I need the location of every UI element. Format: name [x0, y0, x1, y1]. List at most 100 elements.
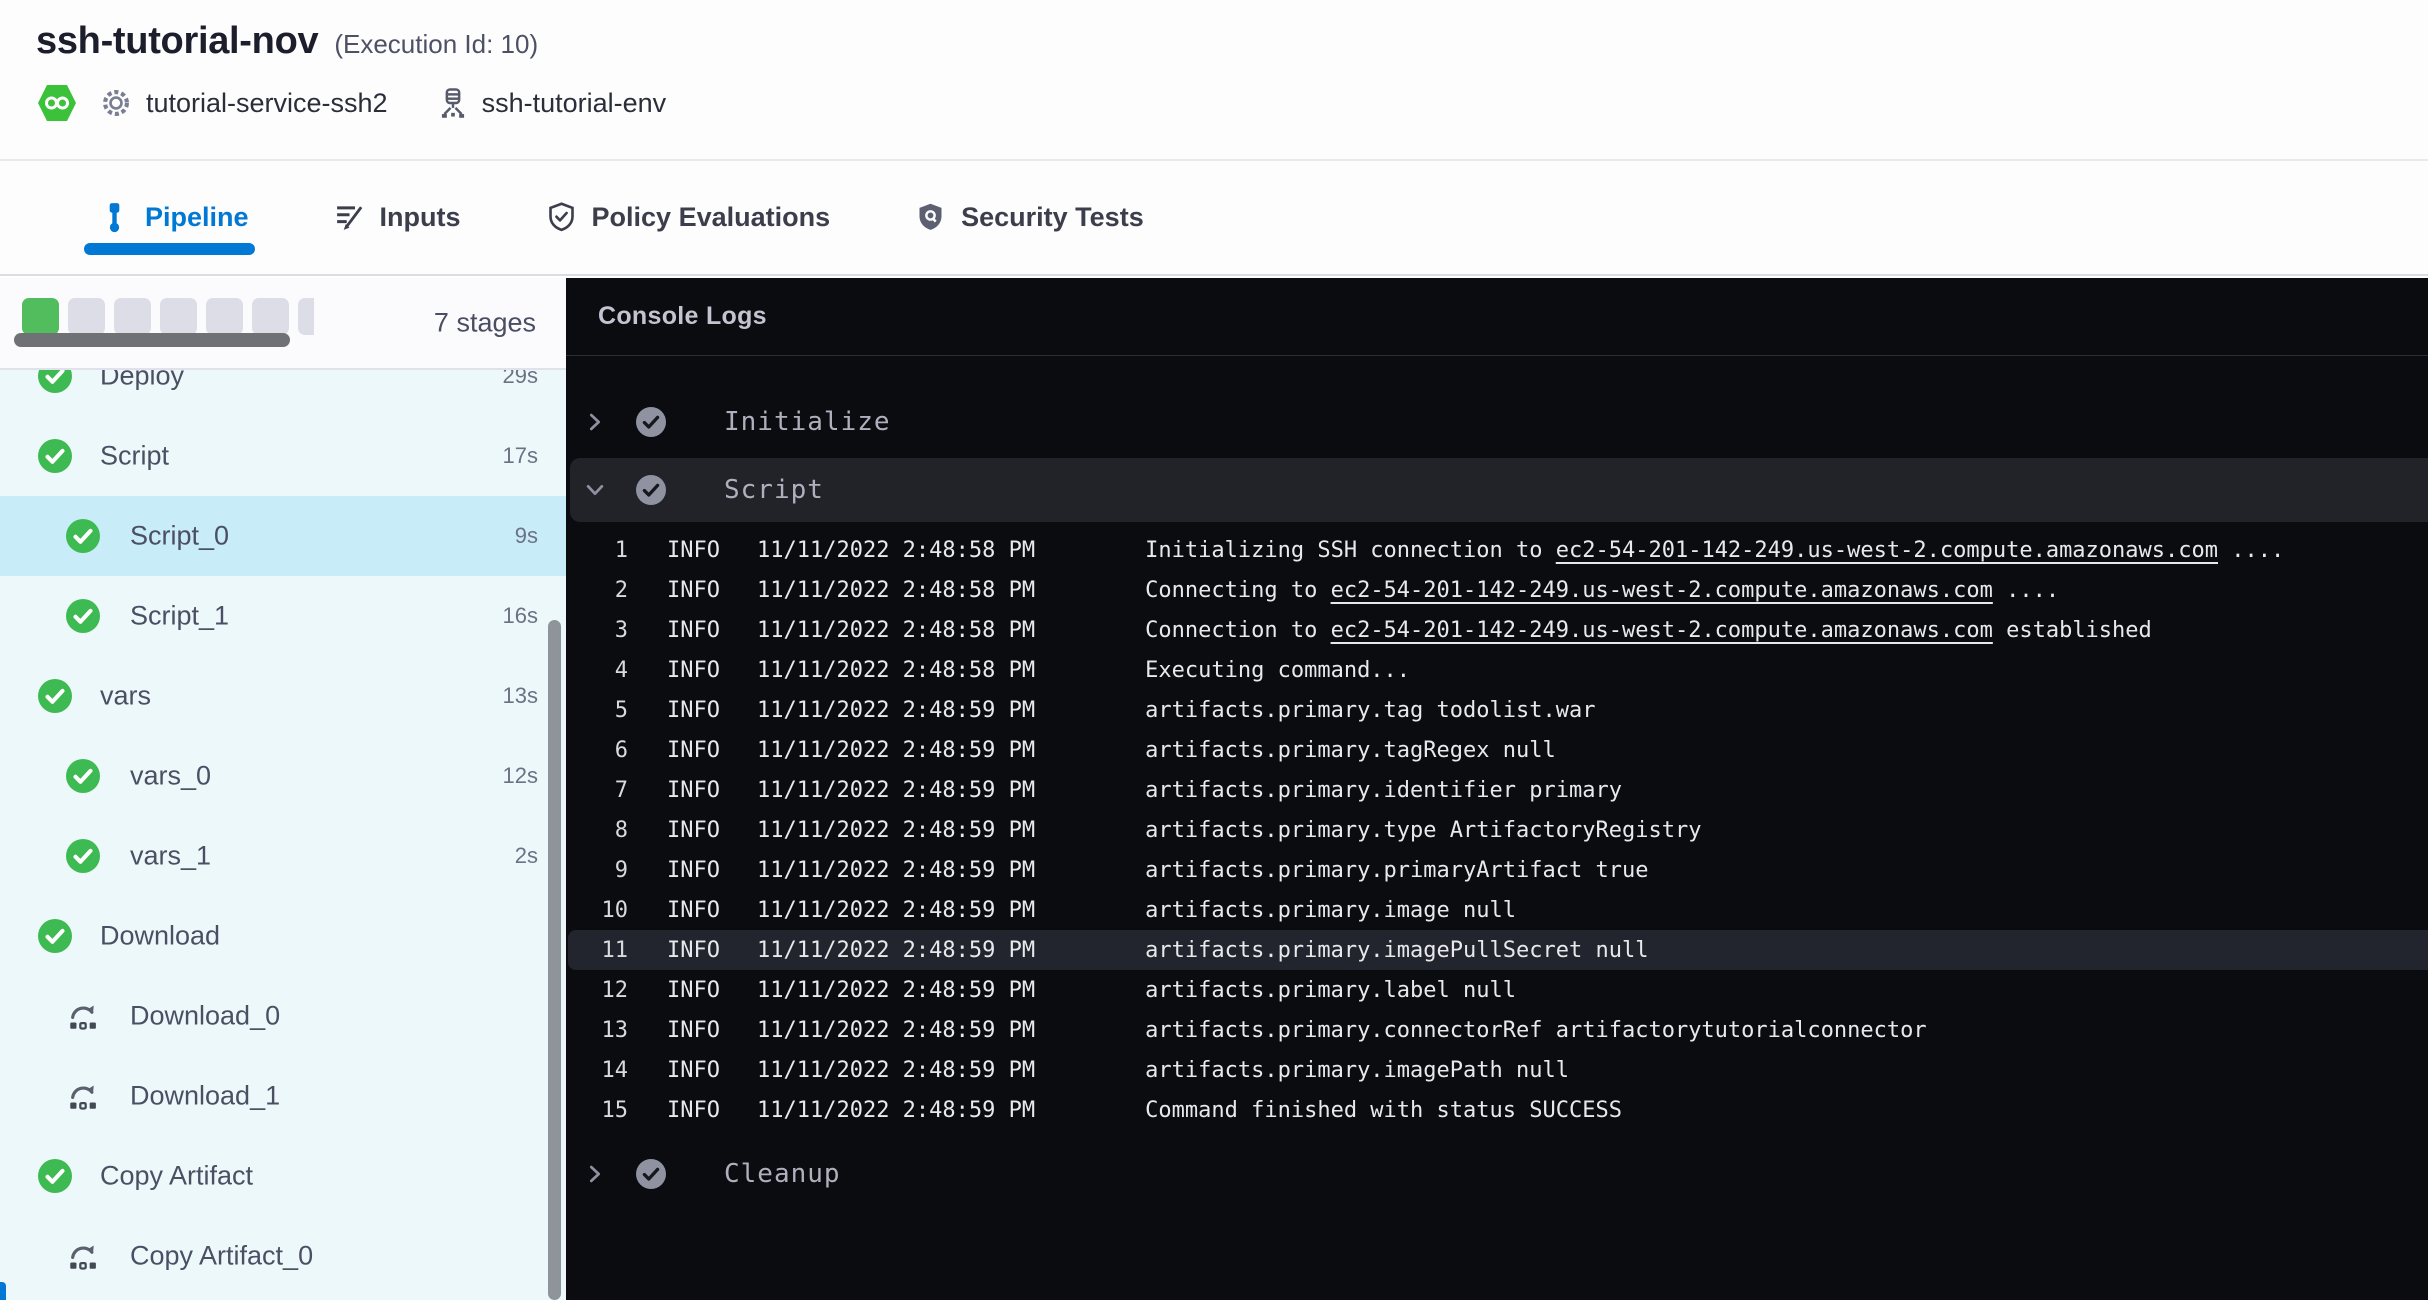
log-line-8[interactable]: 8INFO11/11/2022 2:48:59 PMartifacts.prim…: [566, 810, 2428, 850]
log-host-link[interactable]: ec2-54-201-142-249.us-west-2.compute.ama…: [1331, 578, 1993, 603]
sidebar-vertical-scrollbar[interactable]: [548, 620, 561, 1300]
stage-name: Download_0: [130, 1001, 280, 1032]
log-line-6[interactable]: 6INFO11/11/2022 2:48:59 PMartifacts.prim…: [566, 730, 2428, 770]
chevron-down-icon[interactable]: [584, 479, 606, 501]
cd-module-icon: [36, 83, 78, 123]
log-timestamp: 11/11/2022 2:48:59 PM: [757, 1018, 1035, 1043]
log-line-9[interactable]: 9INFO11/11/2022 2:48:59 PMartifacts.prim…: [566, 850, 2428, 890]
log-level: INFO: [667, 778, 720, 803]
log-lines: 1 INFO 11/11/2022 2:48:58 PM Initializing S…: [566, 530, 2428, 1130]
stage-name: Copy Artifact_0: [130, 1241, 313, 1272]
stage-row-download-0[interactable]: Download_0: [0, 976, 566, 1056]
log-message: artifacts.primary.tag todolist.war: [1145, 698, 1595, 723]
stage-duration: 12s: [503, 763, 538, 789]
log-timestamp: 11/11/2022 2:48:58 PM: [757, 578, 1035, 603]
stage-name: Download_1: [130, 1081, 280, 1112]
log-line-1[interactable]: 1INFO11/11/2022 2:48:58 PMInitializing S…: [566, 530, 2428, 570]
stage-duration: 17s: [503, 443, 538, 469]
tab-security-tests[interactable]: Security Tests: [914, 161, 1144, 274]
tab-inputs[interactable]: Inputs: [333, 161, 461, 274]
page-title: ssh-tutorial-nov: [36, 20, 318, 63]
gear-icon: [100, 87, 132, 119]
log-line-number: 1: [580, 538, 628, 563]
success-check-icon: [66, 599, 100, 633]
stage-row-script[interactable]: Script17s: [0, 416, 566, 496]
stage-row-copy-artifact[interactable]: Copy Artifact: [0, 1136, 566, 1216]
chevron-right-icon[interactable]: [584, 1163, 606, 1185]
log-section-script[interactable]: Script: [570, 458, 2428, 522]
log-timestamp: 11/11/2022 2:48:59 PM: [757, 858, 1035, 883]
stage-row-vars[interactable]: vars13s: [0, 656, 566, 736]
environment-name: ssh-tutorial-env: [482, 88, 667, 119]
environment-meta[interactable]: ssh-tutorial-env: [438, 87, 667, 119]
log-line-number: 9: [580, 858, 628, 883]
stage-row-vars-0[interactable]: vars_0 12s: [0, 736, 566, 816]
execution-id: (Execution Id: 10): [334, 29, 538, 60]
section-name: Initialize: [724, 407, 891, 437]
tab-label: Policy Evaluations: [592, 202, 831, 233]
section-name: Script: [724, 475, 824, 505]
log-level: INFO: [667, 538, 720, 563]
log-message: Command finished with status SUCCESS: [1145, 1098, 1622, 1123]
stage-row-vars-1[interactable]: vars_12s: [0, 816, 566, 896]
environment-icon: [438, 87, 468, 119]
log-timestamp: 11/11/2022 2:48:59 PM: [757, 818, 1035, 843]
stage-row-script-1[interactable]: Script_116s: [0, 576, 566, 656]
log-line-number: 14: [580, 1058, 628, 1083]
log-line-2[interactable]: 2INFO11/11/2022 2:48:58 PMConnecting to …: [566, 570, 2428, 610]
log-line-number: 4: [580, 658, 628, 683]
log-line-3[interactable]: 3INFO11/11/2022 2:48:58 PMConnection to …: [566, 610, 2428, 650]
stage-row-download[interactable]: Download: [0, 896, 566, 976]
log-line-5[interactable]: 5INFO11/11/2022 2:48:59 PMartifacts.prim…: [566, 690, 2428, 730]
chevron-right-icon[interactable]: [584, 411, 606, 433]
log-level: INFO: [667, 898, 720, 923]
log-message: artifacts.primary.label null: [1145, 978, 1516, 1003]
log-level: INFO: [667, 1098, 720, 1123]
stage-row-copy-artifact-0[interactable]: Copy Artifact_0: [0, 1216, 566, 1296]
log-message: artifacts.primary.image null: [1145, 898, 1516, 923]
log-message: artifacts.primary.type ArtifactoryRegist…: [1145, 818, 1701, 843]
horizontal-scrollbar[interactable]: [14, 333, 290, 347]
log-line-7[interactable]: 7INFO11/11/2022 2:48:59 PMartifacts.prim…: [566, 770, 2428, 810]
log-line-11[interactable]: 11INFO11/11/2022 2:48:59 PMartifacts.pri…: [568, 930, 2428, 970]
success-check-icon: [38, 439, 72, 473]
tab-policy-evaluations[interactable]: Policy Evaluations: [545, 161, 831, 274]
stage-row-script-0[interactable]: Script_09s: [0, 496, 566, 576]
stage-name: vars_0: [130, 761, 211, 792]
pipeline-icon: [98, 201, 131, 234]
success-check-icon: [66, 519, 100, 553]
log-line-10[interactable]: 10INFO11/11/2022 2:48:59 PMartifacts.pri…: [566, 890, 2428, 930]
log-line-number: 10: [580, 898, 628, 923]
rollback-icon: [66, 1239, 100, 1273]
log-level: INFO: [667, 1018, 720, 1043]
console-body: Initialize Script 1 INFO 11/11/2022 2:48:5…: [566, 386, 2428, 1212]
log-timestamp: 11/11/2022 2:48:59 PM: [757, 698, 1035, 723]
section-success-icon: [636, 1159, 666, 1189]
log-section-cleanup[interactable]: Cleanup: [566, 1136, 2428, 1212]
stages-count: 7 stages: [434, 308, 536, 339]
stage-row-download-1[interactable]: Download_1: [0, 1056, 566, 1136]
log-line-4[interactable]: 4INFO11/11/2022 2:48:58 PMExecuting comm…: [566, 650, 2428, 690]
stages-sidebar: Deploy29sScript17sScript_09sScript_116sv…: [0, 278, 566, 1300]
log-level: INFO: [667, 818, 720, 843]
log-message: artifacts.primary.identifier primary: [1145, 778, 1622, 803]
log-message: Initializing SSH connection to ec2-54-20…: [1145, 538, 2284, 563]
log-line-15[interactable]: 15INFO11/11/2022 2:48:59 PMCommand finis…: [566, 1090, 2428, 1130]
log-line-number: 11: [580, 938, 628, 963]
log-section-initialize[interactable]: Initialize: [566, 386, 2428, 458]
log-timestamp: 11/11/2022 2:48:58 PM: [757, 618, 1035, 643]
log-line-number: 2: [580, 578, 628, 603]
log-line-14[interactable]: 14INFO11/11/2022 2:48:59 PMartifacts.pri…: [566, 1050, 2428, 1090]
log-host-link[interactable]: ec2-54-201-142-249.us-west-2.compute.ama…: [1556, 538, 2218, 563]
log-timestamp: 11/11/2022 2:48:58 PM: [757, 658, 1035, 683]
log-timestamp: 11/11/2022 2:48:59 PM: [757, 978, 1035, 1003]
rollback-icon: [66, 999, 100, 1033]
service-meta[interactable]: tutorial-service-ssh2: [100, 87, 388, 119]
log-line-12[interactable]: 12INFO11/11/2022 2:48:59 PMartifacts.pri…: [566, 970, 2428, 1010]
log-timestamp: 11/11/2022 2:48:59 PM: [757, 738, 1035, 763]
success-check-icon: [66, 759, 100, 793]
tab-pipeline[interactable]: Pipeline: [98, 161, 249, 274]
log-host-link[interactable]: ec2-54-201-142-249.us-west-2.compute.ama…: [1331, 618, 1993, 643]
log-line-13[interactable]: 13INFO11/11/2022 2:48:59 PMartifacts.pri…: [566, 1010, 2428, 1050]
log-message: artifacts.primary.primaryArtifact true: [1145, 858, 1648, 883]
